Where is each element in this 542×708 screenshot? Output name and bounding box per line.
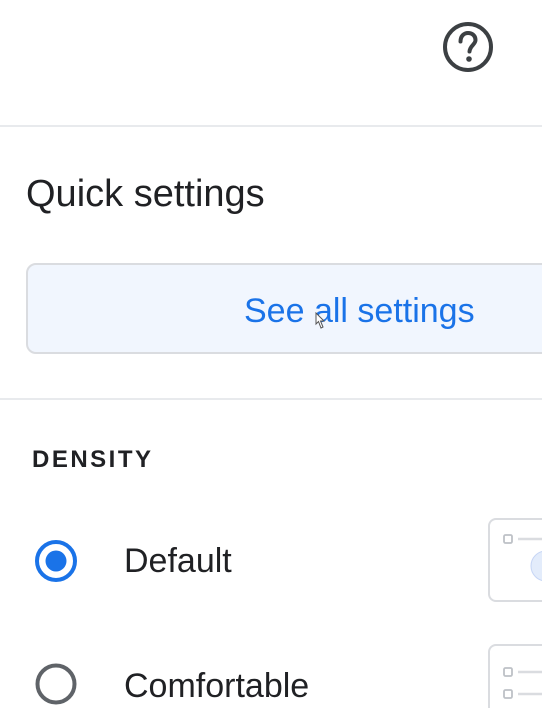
see-all-settings-button[interactable]: See all settings	[26, 263, 542, 354]
density-option-label: Comfortable	[124, 667, 310, 705]
density-option-default[interactable]: Default	[0, 512, 542, 612]
help-icon	[443, 22, 493, 72]
mouse-cursor-icon	[315, 312, 326, 329]
density-preview-icon	[503, 534, 542, 581]
section-divider	[0, 398, 542, 400]
panel-title: Quick settings	[26, 173, 265, 215]
density-comfortable-thumbnail[interactable]	[488, 644, 542, 708]
density-option-label: Default	[124, 542, 232, 580]
density-heading: DENSITY	[32, 446, 154, 473]
radio-unselected-icon[interactable]	[34, 662, 78, 706]
density-option-comfortable[interactable]: Comfortable	[0, 636, 542, 708]
top-divider	[0, 125, 542, 127]
radio-selected-icon[interactable]	[34, 539, 78, 583]
help-button[interactable]	[440, 19, 496, 75]
density-preview-icon	[503, 667, 542, 699]
quick-settings-panel: Quick settings See all settings DENSITY …	[0, 0, 542, 708]
density-default-thumbnail[interactable]	[488, 518, 542, 602]
see-all-settings-label: See all settings	[244, 292, 475, 330]
